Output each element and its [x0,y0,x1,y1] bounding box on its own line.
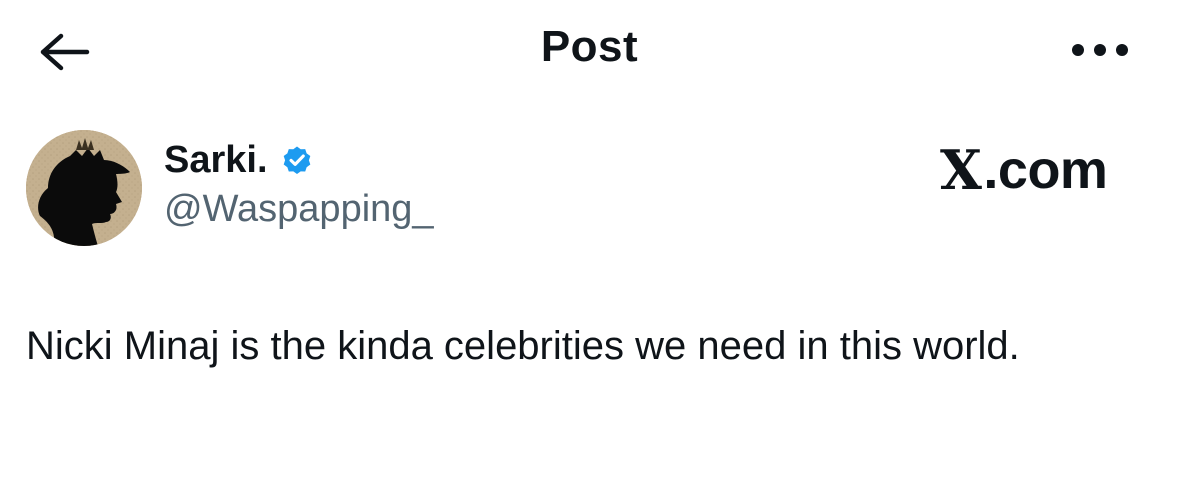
watermark-domain: .com [983,140,1108,200]
x-logo-letter: X [940,138,982,202]
display-name[interactable]: Sarki. [164,137,268,183]
more-horizontal-icon [1072,44,1128,56]
page-title: Post [540,22,639,71]
avatar[interactable] [26,130,142,246]
display-name-row: Sarki. [164,137,434,183]
top-bar: Post [0,0,1179,100]
user-handle[interactable]: @Waspapping_ [164,185,434,233]
post-text: Nicki Minaj is the kinda celebrities we … [26,324,1020,368]
avatar-silhouette-image [26,130,142,246]
author-names: Sarki. @Waspapping_ [164,137,434,233]
more-options-button[interactable] [1060,30,1140,70]
x-com-watermark: X .com [940,138,1108,202]
post-author[interactable]: Sarki. @Waspapping_ [26,130,434,246]
verified-badge-icon[interactable] [280,143,314,177]
